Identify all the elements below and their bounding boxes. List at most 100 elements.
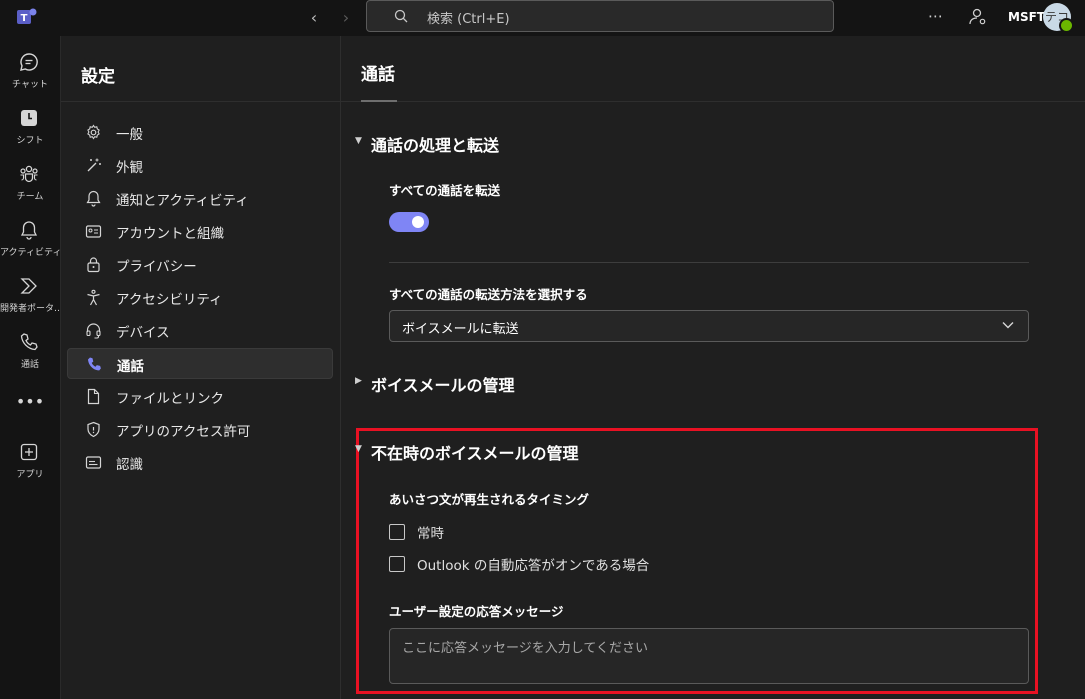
settings-item-label: アカウントと組織 (116, 226, 224, 242)
rail-label: アプリ (16, 470, 44, 480)
greeting-timing-label: あいさつ文が再生されるタイミング (389, 492, 590, 507)
rail-label: チーム (16, 192, 44, 202)
search-placeholder: 検索 (Ctrl+E) (427, 12, 510, 27)
expanded-caret-icon: ▼ (355, 136, 362, 146)
collapsed-caret-icon: ▶ (355, 376, 362, 386)
settings-item-appearance[interactable]: 外観 (67, 150, 333, 181)
rail-label: 開発者ポータ… (0, 304, 60, 314)
bell-icon (20, 221, 38, 240)
rail-label: 通話 (20, 360, 39, 370)
search-icon (394, 9, 408, 23)
shield-icon (87, 421, 100, 438)
expanded-caret-icon: ▼ (355, 444, 362, 454)
shifts-icon (21, 110, 37, 126)
search-input[interactable]: 検索 (Ctrl+E) (366, 0, 834, 32)
custom-message-placeholder: ここに応答メッセージを入力してください (402, 641, 648, 656)
bell-icon (86, 190, 101, 207)
calls-settings-panel: 通話 ▼ 通話の処理と転送 すべての通話を転送 すべての通話の転送方法を選択する… (341, 36, 1085, 699)
rail-item-activity[interactable]: アクティビティ (0, 220, 60, 272)
rail-label: チャット (12, 80, 48, 90)
lock-icon (87, 257, 100, 273)
divider (341, 101, 1085, 102)
section-title: 不在時のボイスメールの管理 (371, 444, 579, 463)
settings-item-calls[interactable]: 通話 (67, 348, 333, 379)
custom-message-input[interactable]: ここに応答メッセージを入力してください (389, 628, 1029, 684)
phone-icon (20, 333, 38, 351)
rail-label: シフト (16, 136, 44, 146)
section-call-handling-header[interactable]: ▼ 通話の処理と転送 (355, 132, 500, 156)
settings-item-label: 通知とアクティビティ (116, 193, 249, 209)
divider (389, 262, 1029, 263)
rail-item-chat[interactable]: チャット (0, 52, 60, 104)
org-name[interactable]: MSFT (1008, 10, 1045, 24)
section-title: ボイスメールの管理 (371, 376, 515, 395)
toggle-knob (412, 216, 424, 228)
chat-icon (20, 53, 38, 71)
rail-item-developer-portal[interactable]: 開発者ポータ… (0, 276, 60, 328)
file-icon (87, 388, 100, 405)
settings-item-label: デバイス (116, 325, 170, 341)
forward-all-toggle[interactable] (389, 212, 429, 232)
custom-message-label: ユーザー設定の応答メッセージ (389, 604, 564, 619)
back-icon[interactable]: ‹ (304, 8, 324, 28)
section-voicemail-header[interactable]: ▶ ボイスメールの管理 (355, 372, 515, 396)
headset-icon (86, 323, 101, 339)
settings-item-app-permissions[interactable]: アプリのアクセス許可 (67, 414, 333, 445)
svg-text:T: T (21, 13, 28, 24)
phone-icon (88, 357, 101, 371)
settings-item-label: プライバシー (116, 259, 197, 275)
wand-icon (87, 158, 101, 172)
rail-item-teams[interactable]: チーム (0, 164, 60, 216)
settings-item-label: アクセシビリティ (116, 292, 223, 308)
more-options-icon[interactable]: ⋯ (928, 7, 944, 25)
outlook-auto-reply-checkbox-label[interactable]: Outlook の自動応答がオンである場合 (417, 554, 649, 574)
settings-item-accounts[interactable]: アカウントと組織 (67, 216, 333, 247)
settings-item-general[interactable]: 一般 (67, 117, 333, 148)
divider (61, 101, 340, 102)
settings-item-accessibility[interactable]: アクセシビリティ (67, 282, 333, 313)
always-checkbox[interactable] (389, 524, 405, 540)
add-app-icon (20, 443, 38, 461)
gear-icon (87, 124, 100, 140)
teams-icon (20, 165, 38, 183)
rail-item-calls[interactable]: 通話 (0, 332, 60, 384)
avatar[interactable]: テコ (1043, 3, 1074, 33)
title-bar: T ‹ › 検索 (Ctrl+E) ⋯ MSFT テコ (0, 0, 1085, 36)
people-settings-icon[interactable] (968, 7, 988, 27)
section-title: 通話の処理と転送 (371, 136, 500, 155)
forward-icon[interactable]: › (336, 8, 356, 28)
id-card-icon (85, 225, 102, 238)
settings-item-devices[interactable]: デバイス (67, 315, 333, 346)
developer-portal-icon (20, 278, 37, 294)
rail-item-apps[interactable]: アプリ (0, 442, 60, 494)
outlook-auto-reply-checkbox[interactable] (389, 556, 405, 572)
forward-method-value: ボイスメールに転送 (402, 322, 519, 337)
accessibility-icon (87, 289, 100, 306)
always-checkbox-label[interactable]: 常時 (417, 522, 444, 542)
page-title: 通話 (361, 65, 395, 85)
forward-all-label: すべての通話を転送 (389, 183, 501, 198)
teams-logo-icon[interactable]: T (16, 6, 38, 28)
caption-icon (85, 456, 102, 469)
settings-item-label: ファイルとリンク (116, 391, 224, 407)
forward-method-select[interactable]: ボイスメールに転送 (389, 310, 1029, 342)
title-underline (361, 100, 397, 102)
chevron-down-icon (1002, 322, 1014, 329)
section-ooo-voicemail-header[interactable]: ▼ 不在時のボイスメールの管理 (355, 440, 579, 464)
settings-item-label: 外観 (116, 160, 143, 176)
settings-item-privacy[interactable]: プライバシー (67, 249, 333, 280)
more-apps-icon[interactable]: ••• (0, 392, 60, 411)
forward-method-label: すべての通話の転送方法を選択する (389, 287, 588, 302)
settings-item-captions[interactable]: 認識 (67, 447, 333, 478)
rail-label: アクティビティ (0, 248, 60, 258)
settings-item-label: 通話 (117, 359, 144, 375)
settings-item-label: 一般 (116, 127, 143, 143)
settings-title: 設定 (81, 67, 115, 87)
app-rail: チャット シフト チーム アクティビティ 開発者ポータ… 通話 ••• アプリ (0, 36, 61, 699)
presence-available-icon (1059, 18, 1074, 33)
settings-sidebar: 設定 一般 外観 通知とアクティビティ アカウントと組織 プライバシー アクセシ… (61, 36, 341, 699)
settings-item-label: アプリのアクセス許可 (116, 424, 251, 440)
settings-item-files[interactable]: ファイルとリンク (67, 381, 333, 412)
settings-item-notifications[interactable]: 通知とアクティビティ (67, 183, 333, 214)
rail-item-shifts[interactable]: シフト (0, 108, 60, 160)
